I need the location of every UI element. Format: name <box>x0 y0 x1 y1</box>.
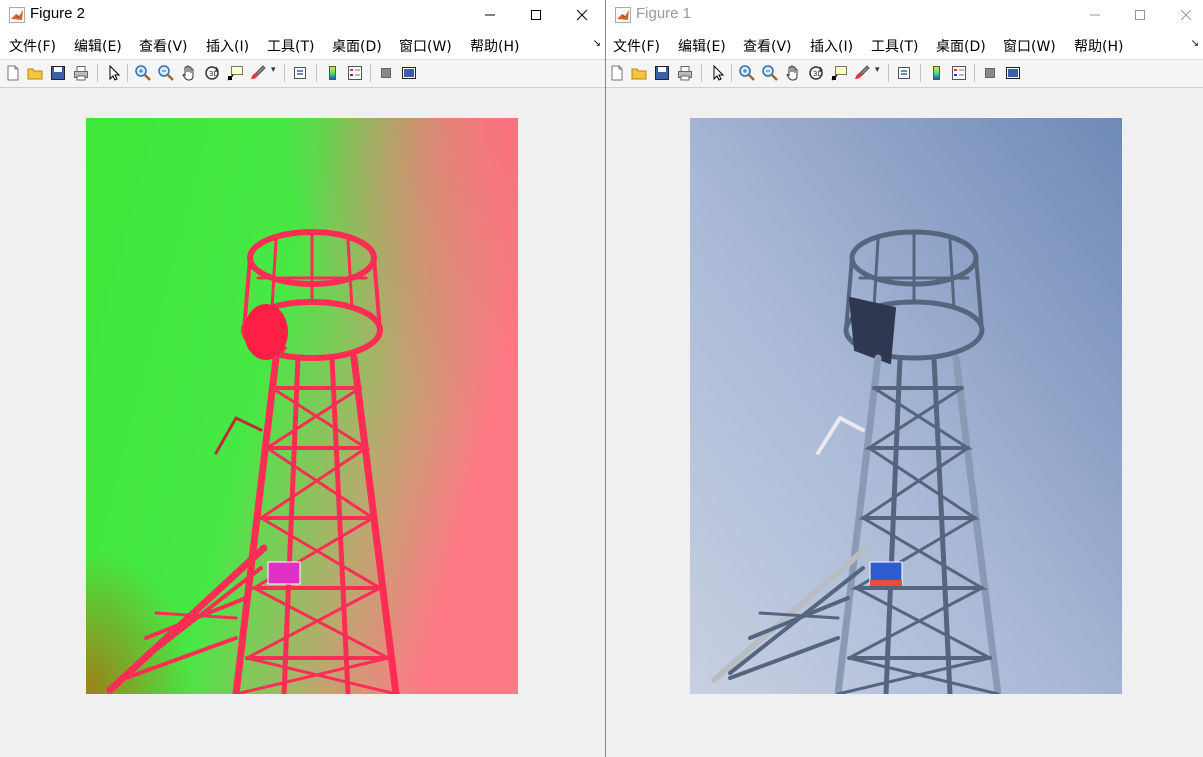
menu-insert[interactable]: 插入(I) <box>206 36 249 56</box>
menu-view[interactable]: 查看(V) <box>139 36 188 56</box>
minimize-button[interactable] <box>1072 0 1118 29</box>
title-bar[interactable]: Figure 2 <box>0 0 605 29</box>
print-icon[interactable] <box>72 64 90 82</box>
svg-text:3D: 3D <box>813 70 823 78</box>
pan-hand-icon[interactable] <box>784 64 802 82</box>
hide-plot-tools-icon[interactable] <box>981 64 999 82</box>
figure-window-2[interactable]: Figure 2 文件(F) 编辑(E) 查看(V) 插入(I) 工具(T) 桌… <box>0 0 605 757</box>
matlab-logo-icon <box>9 7 25 23</box>
zoom-in-icon[interactable] <box>134 64 152 82</box>
brush-dropdown-icon[interactable]: ▾ <box>271 65 276 75</box>
show-plot-tools-icon[interactable] <box>400 64 418 82</box>
rotate-3d-icon[interactable]: 3D <box>807 64 825 82</box>
insert-colorbar-icon[interactable] <box>927 64 945 82</box>
edit-plot-arrow-icon[interactable] <box>708 64 726 82</box>
rotate-3d-icon[interactable]: 3D <box>203 64 221 82</box>
maximize-button[interactable] <box>1117 0 1163 29</box>
minimize-icon <box>1090 14 1100 16</box>
figure-toolbar: 3D ▾ <box>0 59 605 88</box>
zoom-out-icon[interactable] <box>157 64 175 82</box>
menu-help[interactable]: 帮助(H) <box>470 36 519 56</box>
link-plot-icon[interactable] <box>291 64 309 82</box>
menu-edit[interactable]: 编辑(E) <box>74 36 122 56</box>
new-figure-icon[interactable] <box>4 64 22 82</box>
menu-view[interactable]: 查看(V) <box>743 36 792 56</box>
menu-desktop[interactable]: 桌面(D) <box>332 36 382 56</box>
brush-dropdown-icon[interactable]: ▾ <box>875 65 880 75</box>
pan-hand-icon[interactable] <box>180 64 198 82</box>
image-axes[interactable] <box>86 118 518 694</box>
menu-insert[interactable]: 插入(I) <box>810 36 853 56</box>
svg-text:3D: 3D <box>209 70 219 78</box>
menu-window[interactable]: 窗口(W) <box>1003 36 1056 56</box>
menu-overflow-icon[interactable]: ↘ <box>1191 38 1199 49</box>
close-icon <box>1180 9 1192 21</box>
save-icon[interactable] <box>49 64 67 82</box>
menu-overflow-icon[interactable]: ↘ <box>593 38 601 49</box>
new-figure-icon[interactable] <box>608 64 626 82</box>
insert-legend-icon[interactable] <box>950 64 968 82</box>
insert-colorbar-icon[interactable] <box>323 64 341 82</box>
image-axes[interactable] <box>690 118 1122 694</box>
window-title: Figure 2 <box>30 5 86 22</box>
show-plot-tools-icon[interactable] <box>1004 64 1022 82</box>
minimize-button[interactable] <box>467 0 513 29</box>
zoom-in-icon[interactable] <box>738 64 756 82</box>
menu-tools[interactable]: 工具(T) <box>871 36 918 56</box>
link-plot-icon[interactable] <box>895 64 913 82</box>
menu-edit[interactable]: 编辑(E) <box>678 36 726 56</box>
data-cursor-icon[interactable] <box>226 64 244 82</box>
minimize-icon <box>485 14 495 16</box>
open-file-icon[interactable] <box>26 64 44 82</box>
print-icon[interactable] <box>676 64 694 82</box>
tower-photo-original <box>690 118 1122 694</box>
menu-bar: 文件(F) 编辑(E) 查看(V) 插入(I) 工具(T) 桌面(D) 窗口(W… <box>606 29 1203 59</box>
hide-plot-tools-icon[interactable] <box>377 64 395 82</box>
window-title: Figure 1 <box>636 5 692 22</box>
menu-tools[interactable]: 工具(T) <box>267 36 314 56</box>
menu-desktop[interactable]: 桌面(D) <box>936 36 986 56</box>
save-icon[interactable] <box>653 64 671 82</box>
data-cursor-icon[interactable] <box>830 64 848 82</box>
tower-sign-stripe <box>870 580 902 586</box>
menu-file[interactable]: 文件(F) <box>9 36 56 56</box>
close-icon <box>576 9 588 21</box>
menu-help[interactable]: 帮助(H) <box>1074 36 1123 56</box>
insert-legend-icon[interactable] <box>346 64 364 82</box>
figure-window-1[interactable]: Figure 1 文件(F) 编辑(E) 查看(V) 插入(I) 工具(T) 桌… <box>606 0 1203 757</box>
tower-sign <box>267 561 301 585</box>
close-button[interactable] <box>559 0 605 29</box>
maximize-icon <box>531 10 541 20</box>
menu-window[interactable]: 窗口(W) <box>399 36 452 56</box>
menu-bar: 文件(F) 编辑(E) 查看(V) 插入(I) 工具(T) 桌面(D) 窗口(W… <box>0 29 605 59</box>
brush-icon[interactable] <box>853 64 871 82</box>
close-button[interactable] <box>1163 0 1203 29</box>
maximize-button[interactable] <box>513 0 559 29</box>
brush-icon[interactable] <box>249 64 267 82</box>
zoom-out-icon[interactable] <box>761 64 779 82</box>
edit-plot-arrow-icon[interactable] <box>104 64 122 82</box>
matlab-logo-icon <box>615 7 631 23</box>
title-bar[interactable]: Figure 1 <box>606 0 1203 29</box>
open-file-icon[interactable] <box>630 64 648 82</box>
menu-file[interactable]: 文件(F) <box>613 36 660 56</box>
maximize-icon <box>1135 10 1145 20</box>
tower-photo-false-color <box>86 118 518 694</box>
figure-toolbar: 3D ▾ <box>606 59 1203 88</box>
